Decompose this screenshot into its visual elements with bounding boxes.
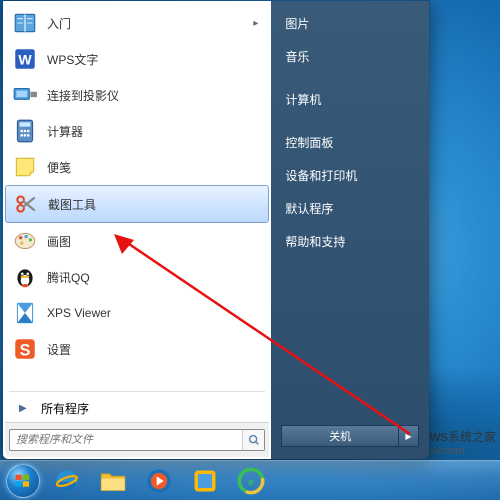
wps-icon: W <box>11 45 39 73</box>
svg-text:W: W <box>18 51 32 67</box>
media-player-icon <box>145 467 173 495</box>
menu-item-label: XPS Viewer <box>47 306 263 320</box>
menu-item-label: 便笺 <box>47 159 263 176</box>
menu-item-snipping-tool[interactable]: 截图工具 <box>5 185 269 223</box>
right-item-control-panel[interactable]: 控制面板 <box>271 126 429 159</box>
start-menu-left-panel: 入门 ▸ W WPS文字 连接到投影仪 计算器 <box>3 1 271 459</box>
scissors-icon <box>12 190 40 218</box>
all-programs-button[interactable]: ▶ 所有程序 <box>5 394 269 422</box>
taskbar-app[interactable] <box>183 463 227 499</box>
start-menu-right-panel: 图片 音乐 计算机 控制面板 设备和打印机 默认程序 帮助和支持 关机 ▶ <box>271 1 429 459</box>
menu-item-paint[interactable]: 画图 <box>5 223 269 259</box>
menu-item-label: 入门 <box>47 15 253 32</box>
windows-flag-icon <box>14 472 32 490</box>
svg-text:e: e <box>248 476 254 488</box>
book-icon <box>11 9 39 37</box>
sticky-notes-icon <box>11 153 39 181</box>
menu-item-getting-started[interactable]: 入门 ▸ <box>5 5 269 41</box>
taskbar-explorer[interactable] <box>91 463 135 499</box>
right-item-pictures[interactable]: 图片 <box>271 7 429 40</box>
menu-item-qq[interactable]: 腾讯QQ <box>5 259 269 295</box>
shutdown-button[interactable]: 关机 <box>281 425 399 447</box>
shutdown-row: 关机 ▶ <box>281 425 419 447</box>
right-item-devices-printers[interactable]: 设备和打印机 <box>271 159 429 192</box>
chevron-right-icon: ▸ <box>253 18 263 29</box>
menu-item-label: 设置 <box>47 341 263 358</box>
taskbar-wmp[interactable] <box>137 463 181 499</box>
start-button[interactable] <box>2 462 44 500</box>
qq-icon <box>11 263 39 291</box>
svg-text:S: S <box>20 342 31 360</box>
right-item-computer[interactable]: 计算机 <box>271 83 429 116</box>
divider <box>9 391 265 392</box>
menu-item-label: 截图工具 <box>48 196 262 213</box>
menu-item-label: 腾讯QQ <box>47 269 263 286</box>
menu-item-label: WPS文字 <box>47 51 263 68</box>
menu-item-label: 连接到投影仪 <box>47 87 263 104</box>
triangle-right-icon: ▶ <box>19 403 35 414</box>
taskbar-360[interactable]: e <box>229 463 273 499</box>
folder-icon <box>99 467 127 495</box>
sogou-icon: S <box>11 335 39 363</box>
search-row <box>5 422 269 457</box>
search-box[interactable] <box>9 429 265 451</box>
right-item-default-programs[interactable]: 默认程序 <box>271 192 429 225</box>
menu-item-sticky-notes[interactable]: 便笺 <box>5 149 269 185</box>
browser-360-icon: e <box>237 467 265 495</box>
search-icon[interactable] <box>242 430 264 450</box>
menu-item-label: 计算器 <box>47 123 263 140</box>
menu-item-wps[interactable]: W WPS文字 <box>5 41 269 77</box>
calculator-icon <box>11 117 39 145</box>
search-input[interactable] <box>10 434 242 446</box>
menu-item-projector[interactable]: 连接到投影仪 <box>5 77 269 113</box>
shutdown-more-button[interactable]: ▶ <box>399 425 419 447</box>
program-list: 入门 ▸ W WPS文字 连接到投影仪 计算器 <box>5 5 269 389</box>
start-menu: 入门 ▸ W WPS文字 连接到投影仪 计算器 <box>2 0 430 460</box>
ie-icon <box>53 467 81 495</box>
all-programs-label: 所有程序 <box>41 400 89 417</box>
menu-item-calculator[interactable]: 计算器 <box>5 113 269 149</box>
projector-icon <box>11 81 39 109</box>
app-icon <box>191 467 219 495</box>
right-item-help-support[interactable]: 帮助和支持 <box>271 225 429 258</box>
menu-item-label: 画图 <box>47 233 263 250</box>
taskbar: e <box>0 460 500 500</box>
menu-item-sogou-settings[interactable]: S 设置 <box>5 331 269 367</box>
xps-icon <box>11 299 39 327</box>
menu-item-xps-viewer[interactable]: XPS Viewer <box>5 295 269 331</box>
right-item-music[interactable]: 音乐 <box>271 40 429 73</box>
taskbar-ie[interactable] <box>45 463 89 499</box>
paint-icon <box>11 227 39 255</box>
